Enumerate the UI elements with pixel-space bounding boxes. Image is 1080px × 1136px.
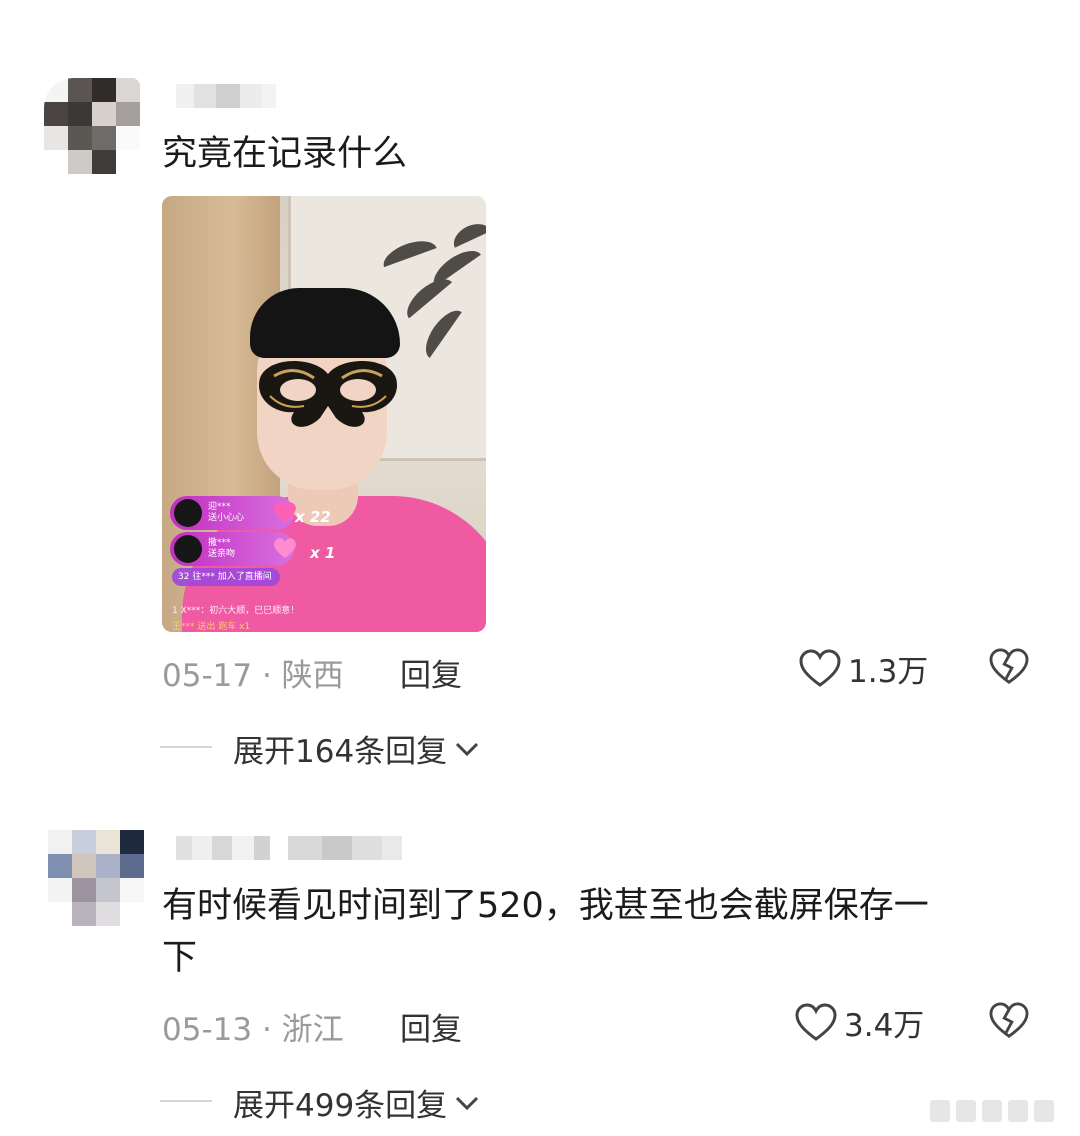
comment-text: 究竟在记录什么 — [162, 134, 408, 174]
chat-line: 1 X***：初六大顺，巳巳顺意！ — [172, 606, 300, 616]
gift-notice: 撒*** 送亲吻 — [170, 532, 296, 566]
butterfly-mask — [258, 360, 398, 427]
gift-kiss-icon — [274, 538, 296, 558]
join-notice: 32 往*** 加入了直播间 — [172, 568, 280, 586]
like-count: 3.4万 — [844, 1008, 925, 1044]
like-button[interactable]: 1.3万 — [798, 646, 928, 691]
chevron-down-icon — [456, 1096, 479, 1110]
expand-label: 展开499条回复 — [233, 1088, 448, 1124]
user-badge-blurred — [288, 836, 402, 860]
broken-heart-icon[interactable] — [988, 648, 1030, 686]
expand-divider — [160, 1100, 212, 1102]
username-blurred[interactable] — [176, 836, 270, 860]
reply-button[interactable]: 回复 — [400, 1004, 462, 1049]
gift-count: x 22 — [295, 508, 331, 526]
expand-replies-button[interactable]: 展开499条回复 — [233, 1080, 481, 1125]
expand-replies-button[interactable]: 展开164条回复 — [233, 726, 481, 771]
like-count: 1.3万 — [848, 654, 929, 690]
gift-notice: 迎*** 送小心心 — [170, 496, 296, 530]
gift-count: x 1 — [310, 544, 336, 562]
expand-label: 展开164条回复 — [233, 734, 448, 770]
like-button[interactable]: 3.4万 — [794, 1000, 924, 1045]
broken-heart-icon[interactable] — [988, 1002, 1030, 1040]
comment-text: 有时候看见时间到了520，我甚至也会截屏保存一下 — [162, 886, 929, 978]
comment-image[interactable]: 迎*** 送小心心 x 22 撒*** 送亲吻 x 1 32 往*** 加入了直播间… — [162, 196, 486, 632]
watermark-blurred — [930, 1100, 1070, 1124]
heart-outline-icon — [795, 1002, 837, 1041]
username-blurred[interactable] — [176, 84, 276, 108]
comment-meta: 05-13 · 浙江 — [162, 1012, 344, 1048]
avatar[interactable] — [44, 78, 140, 174]
avatar[interactable] — [48, 830, 144, 926]
chat-line: 王*** 送出 跑车 x1 — [172, 622, 251, 632]
heart-outline-icon — [799, 648, 841, 687]
expand-divider — [160, 746, 212, 748]
chevron-down-icon — [456, 742, 479, 756]
comment-meta: 05-17 · 陕西 — [162, 658, 344, 694]
reply-button[interactable]: 回复 — [400, 650, 462, 695]
